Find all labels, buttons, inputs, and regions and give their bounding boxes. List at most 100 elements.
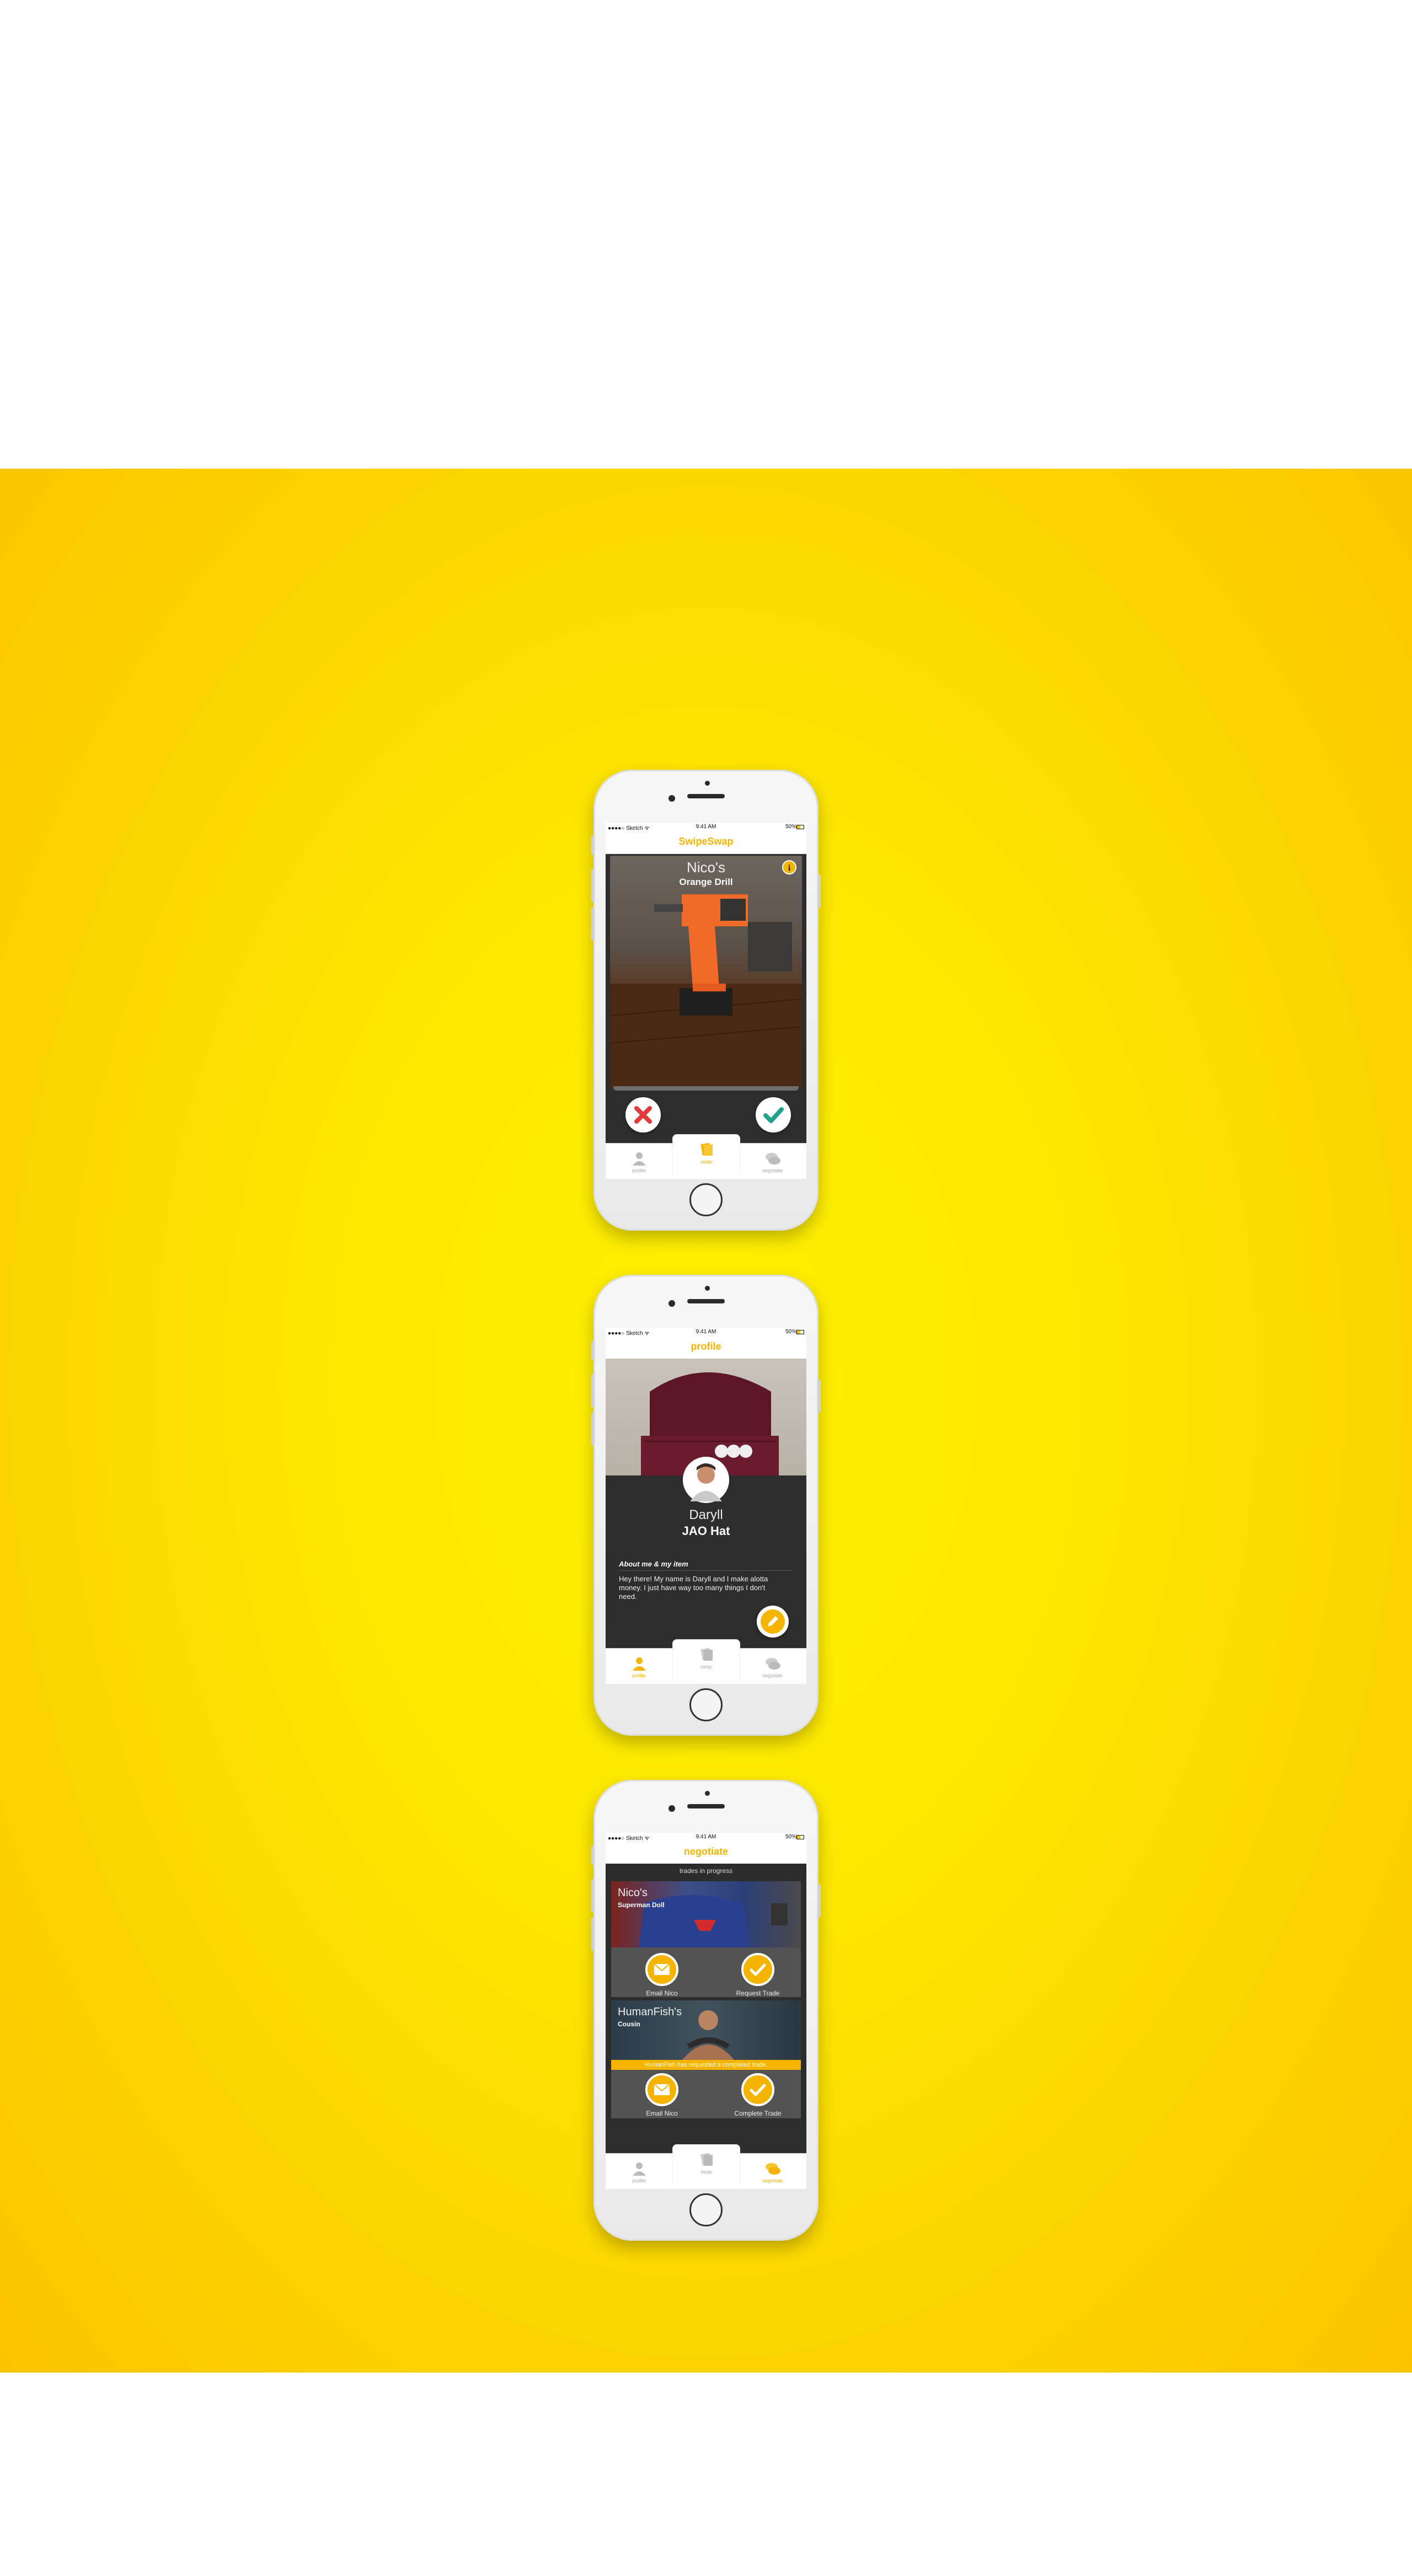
front-camera bbox=[668, 795, 675, 802]
battery-icon bbox=[796, 1835, 804, 1839]
nav-bar: negotiate bbox=[606, 1842, 806, 1864]
battery-percent: 50% bbox=[785, 1329, 796, 1335]
person-icon bbox=[632, 2162, 646, 2176]
tab-swap[interactable]: swap bbox=[672, 2144, 740, 2185]
info-button[interactable]: i bbox=[782, 860, 796, 874]
cards-icon bbox=[700, 2153, 713, 2166]
mail-icon bbox=[645, 2073, 678, 2106]
about-heading: About me & my item bbox=[619, 1560, 688, 1568]
tab-swap[interactable]: swap bbox=[672, 1134, 740, 1174]
earpiece-speaker bbox=[687, 794, 725, 798]
tab-swap[interactable]: swap bbox=[672, 1639, 740, 1679]
accept-check-icon bbox=[763, 1107, 784, 1123]
request-trade-button[interactable]: Request Trade bbox=[725, 1953, 791, 1997]
battery-icon bbox=[796, 825, 804, 829]
trade-owner: HumanFish's bbox=[618, 2006, 682, 2018]
email-button-label: Email Nico bbox=[646, 2110, 678, 2117]
trade-card[interactable]: HumanFish's Cousin bbox=[611, 2000, 801, 2067]
tab-profile-label: profile bbox=[632, 2178, 646, 2183]
tab-profile[interactable]: profile bbox=[606, 1144, 672, 1179]
avatar-image bbox=[690, 1463, 722, 1501]
tab-swap-label: swap bbox=[700, 2169, 712, 2175]
chat-bubbles-icon bbox=[765, 2163, 780, 2175]
complete-trade-button[interactable]: Complete Trade bbox=[725, 2073, 791, 2117]
proximity-sensor bbox=[705, 781, 710, 786]
battery-icon bbox=[796, 1330, 804, 1334]
card-stack-edge bbox=[613, 1086, 799, 1091]
email-button[interactable]: Email Nico bbox=[629, 2073, 695, 2117]
tab-negotiate[interactable]: negotiate bbox=[739, 2154, 806, 2189]
battery-percent: 50% bbox=[785, 824, 796, 830]
about-text: Hey there! My name is Daryll and I make … bbox=[619, 1575, 768, 1601]
status-bar: ●●●●○ Sketch ᯤ 9:41 AM 50% bbox=[606, 1328, 806, 1337]
phone-mockup-negotiate: ●●●●○ Sketch ᯤ 9:41 AM 50% negotiate tra… bbox=[591, 1780, 821, 2241]
request-trade-label: Request Trade bbox=[736, 1989, 780, 1997]
pencil-icon bbox=[761, 1609, 785, 1634]
tab-profile-label: profile bbox=[632, 1168, 646, 1173]
phone-mockup-profile: ●●●●○ Sketch ᯤ 9:41 AM 50% profile Daryl… bbox=[591, 1275, 821, 1736]
tab-bar: profile swap negotiate bbox=[606, 1639, 806, 1684]
tab-negotiate[interactable]: negotiate bbox=[739, 1649, 806, 1684]
complete-trade-label: Complete Trade bbox=[734, 2110, 782, 2117]
tab-profile-label: profile bbox=[632, 1673, 646, 1678]
profile-name: Daryll bbox=[689, 1507, 723, 1522]
phone-mockup-swipe: ●●●●○ Sketch ᯤ 9:41 AM 50% SwipeSwap Nic… bbox=[591, 770, 821, 1231]
item-owner-name: Nico's bbox=[687, 859, 725, 876]
person-icon bbox=[632, 1152, 646, 1166]
trade-request-banner: HumanFish has requested a completed trad… bbox=[611, 2060, 801, 2070]
tab-negotiate-label: negotiate bbox=[762, 1673, 783, 1678]
chat-bubbles-icon bbox=[765, 1153, 780, 1164]
reject-button[interactable] bbox=[625, 1097, 661, 1133]
divider bbox=[619, 1570, 793, 1571]
clock: 9:41 AM bbox=[696, 824, 716, 830]
email-button-label: Email Nico bbox=[646, 1989, 678, 1997]
accept-button[interactable] bbox=[756, 1097, 791, 1133]
item-name: Orange Drill bbox=[679, 877, 733, 887]
negotiate-screen: ●●●●○ Sketch ᯤ 9:41 AM 50% negotiate tra… bbox=[606, 1833, 806, 2189]
nav-bar: profile bbox=[606, 1337, 806, 1359]
proximity-sensor bbox=[705, 1286, 710, 1291]
tab-negotiate[interactable]: negotiate bbox=[739, 1144, 806, 1179]
status-bar: ●●●●○ Sketch ᯤ 9:41 AM 50% bbox=[606, 1833, 806, 1842]
home-button[interactable] bbox=[689, 2193, 723, 2226]
clock: 9:41 AM bbox=[696, 1834, 716, 1840]
tab-negotiate-label: negotiate bbox=[762, 2178, 783, 2183]
nav-bar: SwipeSwap bbox=[606, 831, 806, 854]
tab-swap-label: swap bbox=[700, 1664, 712, 1670]
tab-bar: profile swap negotiate bbox=[606, 1134, 806, 1179]
screen-title: negotiate bbox=[683, 1846, 728, 1857]
trade-owner: Nico's bbox=[618, 1887, 648, 1899]
trade-item: Cousin bbox=[618, 2020, 640, 2028]
tab-profile[interactable]: profile bbox=[606, 2154, 672, 2189]
avatar[interactable] bbox=[683, 1457, 729, 1503]
clock: 9:41 AM bbox=[696, 1329, 716, 1335]
drill-image bbox=[609, 894, 803, 1088]
front-camera bbox=[668, 1805, 675, 1812]
section-heading: trades in progress bbox=[606, 1864, 806, 1879]
tab-bar: profile swap negotiate bbox=[606, 2144, 806, 2189]
edit-button[interactable] bbox=[757, 1606, 789, 1638]
trade-actions: Email Nico Complete Trade bbox=[611, 2070, 801, 2118]
swipe-screen: ●●●●○ Sketch ᯤ 9:41 AM 50% SwipeSwap Nic… bbox=[606, 823, 806, 1179]
mail-icon bbox=[645, 1953, 678, 1986]
earpiece-speaker bbox=[687, 1804, 725, 1808]
item-photo-card[interactable] bbox=[609, 856, 803, 1088]
trade-card[interactable]: Nico's Superman Doll bbox=[611, 1881, 801, 1947]
home-button[interactable] bbox=[689, 1688, 723, 1721]
email-button[interactable]: Email Nico bbox=[629, 1953, 695, 1997]
app-title: SwipeSwap bbox=[678, 836, 734, 847]
earpiece-speaker bbox=[687, 1299, 725, 1303]
chat-bubbles-icon bbox=[765, 1658, 780, 1670]
tab-negotiate-label: negotiate bbox=[762, 1168, 783, 1173]
trade-actions: Email Nico Request Trade bbox=[611, 1947, 801, 1997]
check-icon bbox=[741, 1953, 774, 1986]
screen-title: profile bbox=[691, 1341, 721, 1352]
cards-icon bbox=[700, 1142, 713, 1156]
profile-item-name: JAO Hat bbox=[682, 1524, 730, 1538]
front-camera bbox=[668, 1300, 675, 1307]
person-icon bbox=[632, 1657, 646, 1671]
tab-swap-label: swap bbox=[700, 1159, 712, 1164]
home-button[interactable] bbox=[689, 1183, 723, 1216]
cards-icon bbox=[700, 1647, 713, 1661]
tab-profile[interactable]: profile bbox=[606, 1649, 672, 1684]
